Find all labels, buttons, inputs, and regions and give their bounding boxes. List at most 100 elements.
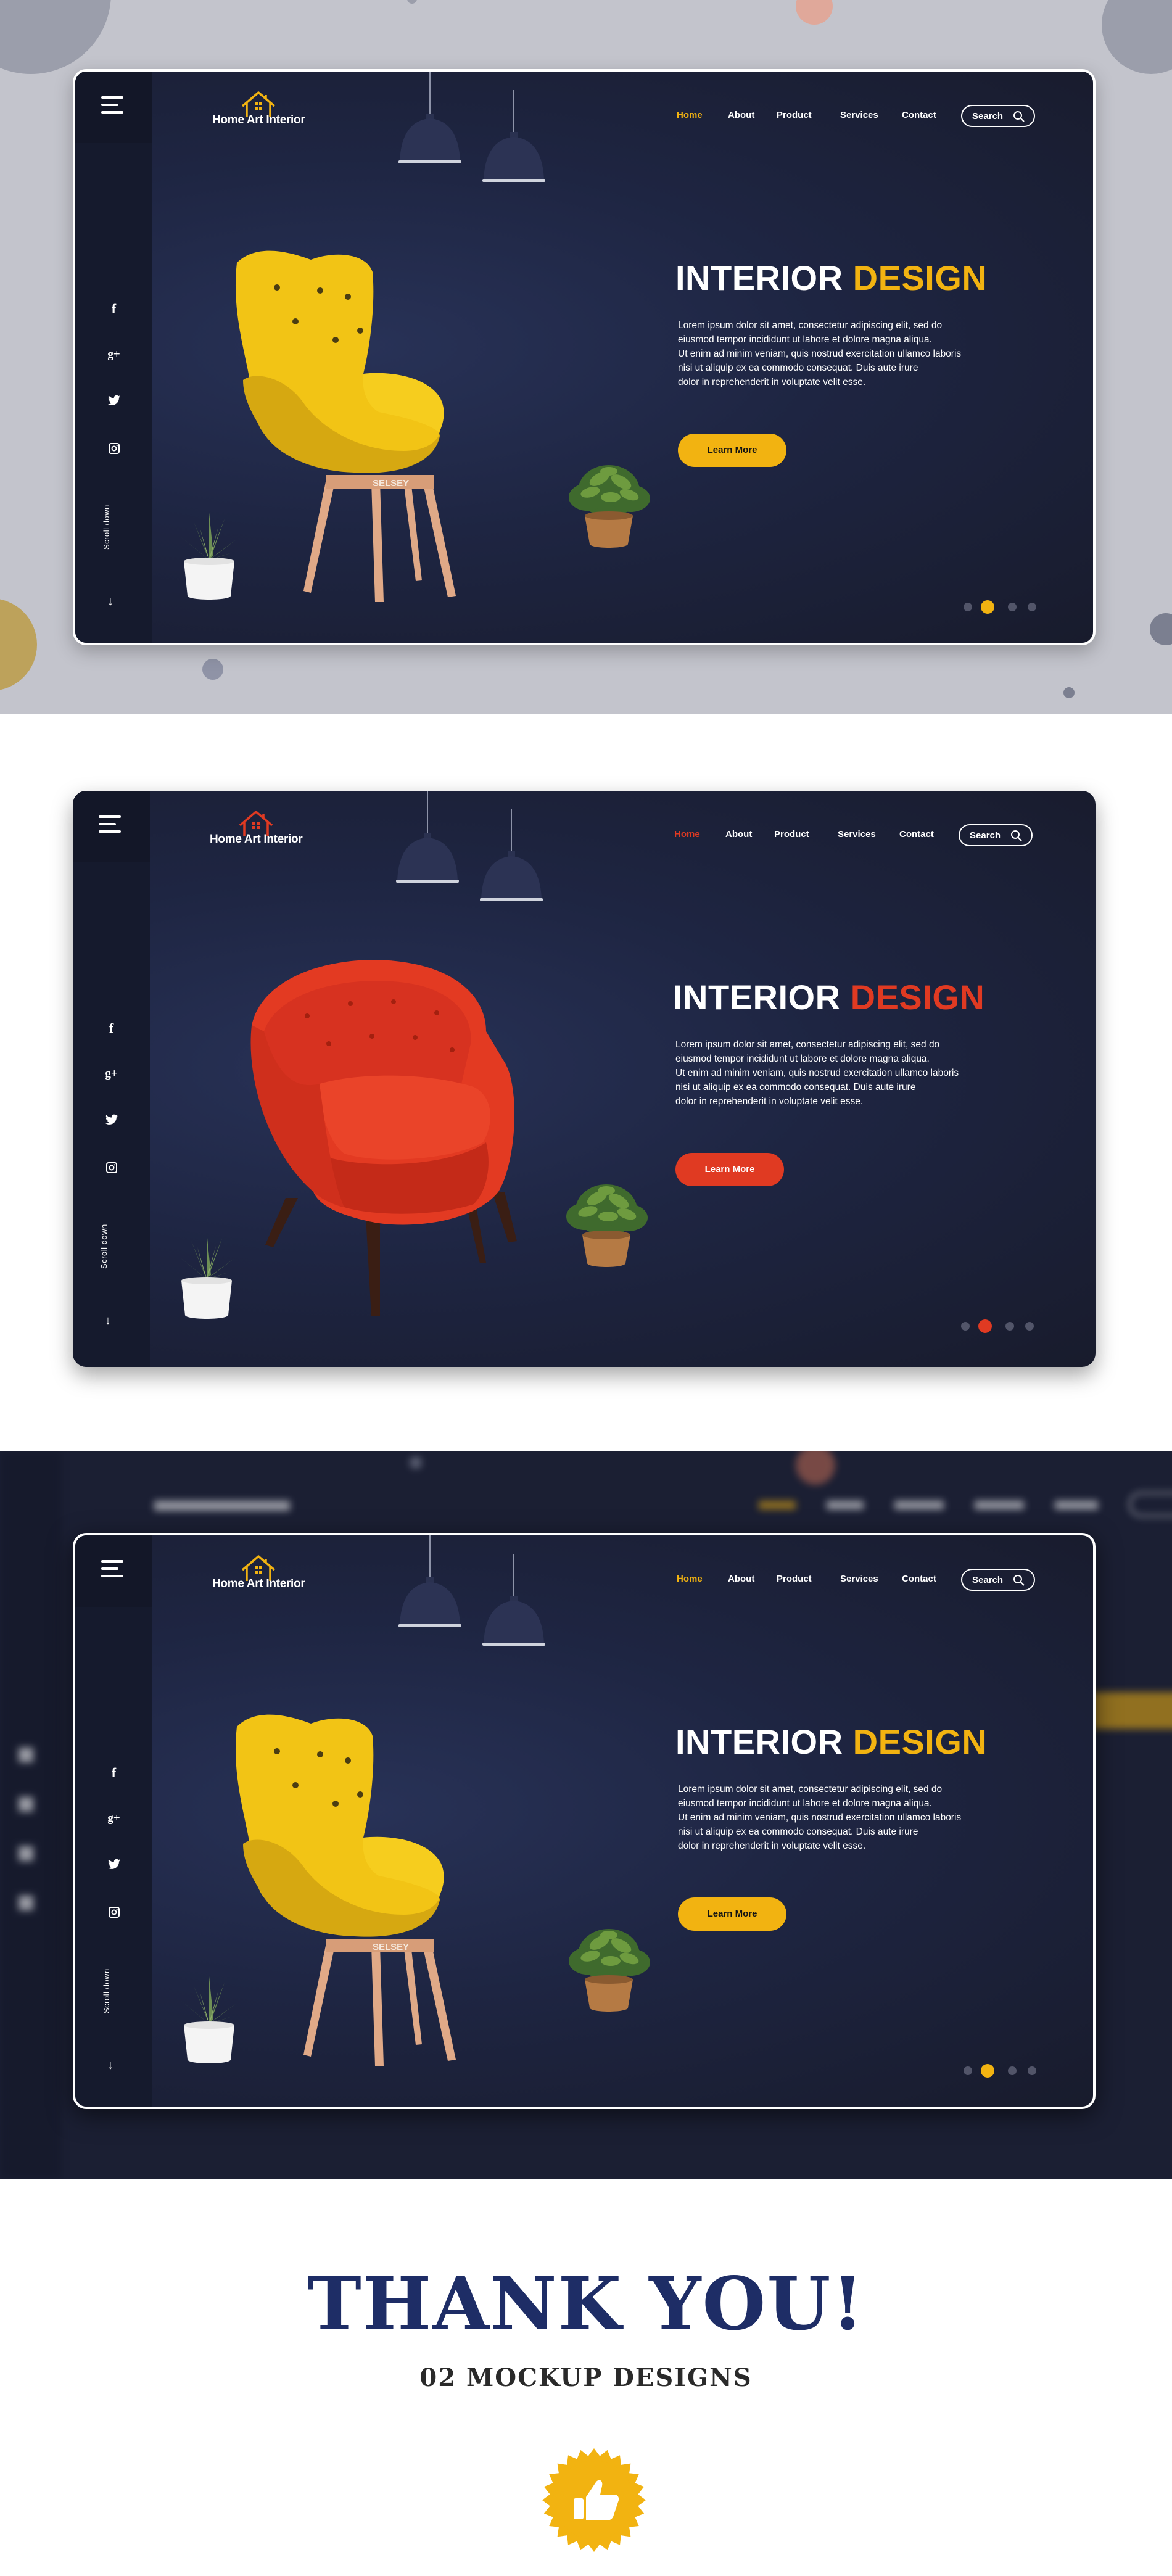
decor-circle bbox=[202, 659, 223, 680]
search-button[interactable]: Search bbox=[961, 1569, 1035, 1591]
website-mockup-card: f g+ Scroll down ↓ Home Art Interior Hom… bbox=[73, 1533, 1096, 2109]
mockup-count-subtitle: 02 MOCKUP DESIGNS bbox=[419, 2363, 753, 2392]
hero-description-line: Lorem ipsum dolor sit amet, consectetur … bbox=[678, 320, 943, 331]
search-button[interactable]: Search bbox=[959, 824, 1033, 846]
hero-description-line: dolor in reprehenderit in voluptate veli… bbox=[675, 1096, 864, 1107]
menu-icon[interactable] bbox=[73, 791, 150, 862]
pagination-dot[interactable] bbox=[964, 2066, 972, 2075]
pagination-dot[interactable] bbox=[964, 603, 972, 611]
nav-home[interactable]: Home bbox=[677, 110, 703, 120]
arrow-down-icon[interactable]: ↓ bbox=[105, 1314, 111, 1328]
learn-more-button[interactable]: Learn More bbox=[678, 1897, 786, 1931]
pendant-lamp bbox=[398, 72, 461, 163]
hero-title: INTERIOR DESIGN bbox=[673, 977, 984, 1017]
google-plus-icon[interactable]: g+ bbox=[73, 1067, 150, 1081]
nav-product[interactable]: Product bbox=[777, 110, 812, 120]
hero-title-white: INTERIOR bbox=[673, 978, 841, 1017]
armchair-image: SELSEY bbox=[235, 1714, 456, 2066]
nav-services[interactable]: Services bbox=[838, 829, 876, 840]
google-plus-icon[interactable]: g+ bbox=[75, 348, 152, 361]
closing-section: THANK YOU! 02 MOCKUP DESIGNS bbox=[0, 2179, 1172, 2576]
slider-pagination bbox=[961, 1318, 1035, 1333]
armchair-image: SELSEY bbox=[235, 250, 456, 602]
pagination-dot[interactable] bbox=[978, 1319, 992, 1333]
facebook-icon[interactable]: f bbox=[75, 301, 152, 317]
learn-more-button[interactable]: Learn More bbox=[678, 434, 786, 467]
pagination-dot[interactable] bbox=[1008, 603, 1017, 611]
chair-brand-label: SELSEY bbox=[373, 478, 409, 489]
hero-title-white: INTERIOR bbox=[675, 1722, 843, 1761]
instagram-icon[interactable] bbox=[75, 1905, 152, 1922]
pagination-dot[interactable] bbox=[981, 2064, 994, 2078]
nav-product[interactable]: Product bbox=[777, 1574, 812, 1584]
pagination-dot[interactable] bbox=[1025, 1322, 1034, 1331]
brand-name: Home Art Interior bbox=[212, 1577, 305, 1590]
learn-more-button[interactable]: Learn More bbox=[675, 1153, 784, 1186]
decor-circle bbox=[0, 0, 111, 74]
facebook-icon[interactable]: f bbox=[73, 1020, 150, 1036]
armchair-image bbox=[250, 960, 517, 1316]
hero-title: INTERIOR DESIGN bbox=[675, 258, 987, 298]
instagram-icon[interactable] bbox=[75, 442, 152, 458]
hero-description-line: nisi ut aliquip ex ea commodo consequat.… bbox=[675, 1082, 916, 1092]
menu-icon[interactable] bbox=[75, 1535, 152, 1607]
pagination-dot[interactable] bbox=[1028, 603, 1036, 611]
brand-logo[interactable]: Home Art Interior bbox=[210, 811, 315, 849]
hero-description-line: Ut enim ad minim veniam, quis nostrud ex… bbox=[678, 1812, 962, 1823]
hero-description: Lorem ipsum dolor sit amet, consectetur … bbox=[678, 318, 1023, 389]
nav-home[interactable]: Home bbox=[674, 829, 700, 840]
menu-icon[interactable] bbox=[75, 72, 152, 143]
pendant-lamp bbox=[482, 90, 545, 182]
twitter-icon[interactable] bbox=[75, 1857, 152, 1873]
potted-plant-left bbox=[179, 1232, 234, 1319]
google-plus-icon[interactable]: g+ bbox=[75, 1812, 152, 1825]
arrow-down-icon[interactable]: ↓ bbox=[107, 595, 113, 609]
nav-services[interactable]: Services bbox=[840, 110, 878, 120]
decor-circle bbox=[407, 0, 417, 4]
decor-circle bbox=[0, 598, 37, 691]
mockup-section-1: f g+ Scroll down ↓ Home Art Interior Hom… bbox=[0, 0, 1172, 714]
potted-plant-right bbox=[566, 1184, 648, 1267]
facebook-icon[interactable]: f bbox=[75, 1765, 152, 1781]
scroll-down-label: Scroll down bbox=[102, 1968, 111, 2013]
twitter-icon[interactable] bbox=[75, 394, 152, 410]
nav-home[interactable]: Home bbox=[677, 1574, 703, 1584]
hero-description-line: nisi ut aliquip ex ea commodo consequat.… bbox=[678, 1827, 918, 1837]
brand-logo[interactable]: Home Art Interior bbox=[212, 91, 317, 130]
nav-about[interactable]: About bbox=[725, 829, 752, 840]
search-icon bbox=[1013, 111, 1025, 122]
pagination-dot[interactable] bbox=[1008, 2066, 1017, 2075]
nav-contact[interactable]: Contact bbox=[902, 1574, 936, 1584]
nav-about[interactable]: About bbox=[728, 110, 754, 120]
decor-circle bbox=[1102, 0, 1172, 74]
brand-name: Home Art Interior bbox=[210, 833, 303, 846]
arrow-down-icon[interactable]: ↓ bbox=[107, 2058, 113, 2073]
search-button[interactable]: Search bbox=[961, 105, 1035, 127]
scroll-down-label: Scroll down bbox=[102, 505, 111, 550]
hero-description: Lorem ipsum dolor sit amet, consectetur … bbox=[675, 1038, 1021, 1108]
hero-description-line: eiusmod tempor incididunt ut labore et d… bbox=[678, 1798, 932, 1809]
instagram-icon[interactable] bbox=[73, 1161, 150, 1177]
twitter-icon[interactable] bbox=[73, 1113, 150, 1129]
hero-description-line: nisi ut aliquip ex ea commodo consequat.… bbox=[678, 363, 918, 373]
nav-services[interactable]: Services bbox=[840, 1574, 878, 1584]
search-icon bbox=[1011, 830, 1022, 841]
pagination-dot[interactable] bbox=[981, 600, 994, 614]
pagination-dot[interactable] bbox=[961, 1322, 970, 1331]
pagination-dot[interactable] bbox=[1005, 1322, 1014, 1331]
brand-logo[interactable]: Home Art Interior bbox=[212, 1555, 317, 1593]
hero-description-line: eiusmod tempor incididunt ut labore et d… bbox=[675, 1054, 930, 1064]
hero-description-line: Lorem ipsum dolor sit amet, consectetur … bbox=[675, 1039, 940, 1050]
potted-plant-left bbox=[181, 1976, 237, 2063]
nav-contact[interactable]: Contact bbox=[899, 829, 934, 840]
decor-circle bbox=[796, 0, 833, 25]
pendant-lamp bbox=[482, 1554, 545, 1646]
hero-description-line: Lorem ipsum dolor sit amet, consectetur … bbox=[678, 1784, 943, 1794]
nav-about[interactable]: About bbox=[728, 1574, 754, 1584]
hero-description-line: Ut enim ad minim veniam, quis nostrud ex… bbox=[678, 349, 962, 359]
nav-contact[interactable]: Contact bbox=[902, 110, 936, 120]
sidebar: f g+ Scroll down ↓ bbox=[73, 791, 150, 1367]
potted-plant-left bbox=[181, 513, 237, 600]
nav-product[interactable]: Product bbox=[774, 829, 809, 840]
pagination-dot[interactable] bbox=[1028, 2066, 1036, 2075]
